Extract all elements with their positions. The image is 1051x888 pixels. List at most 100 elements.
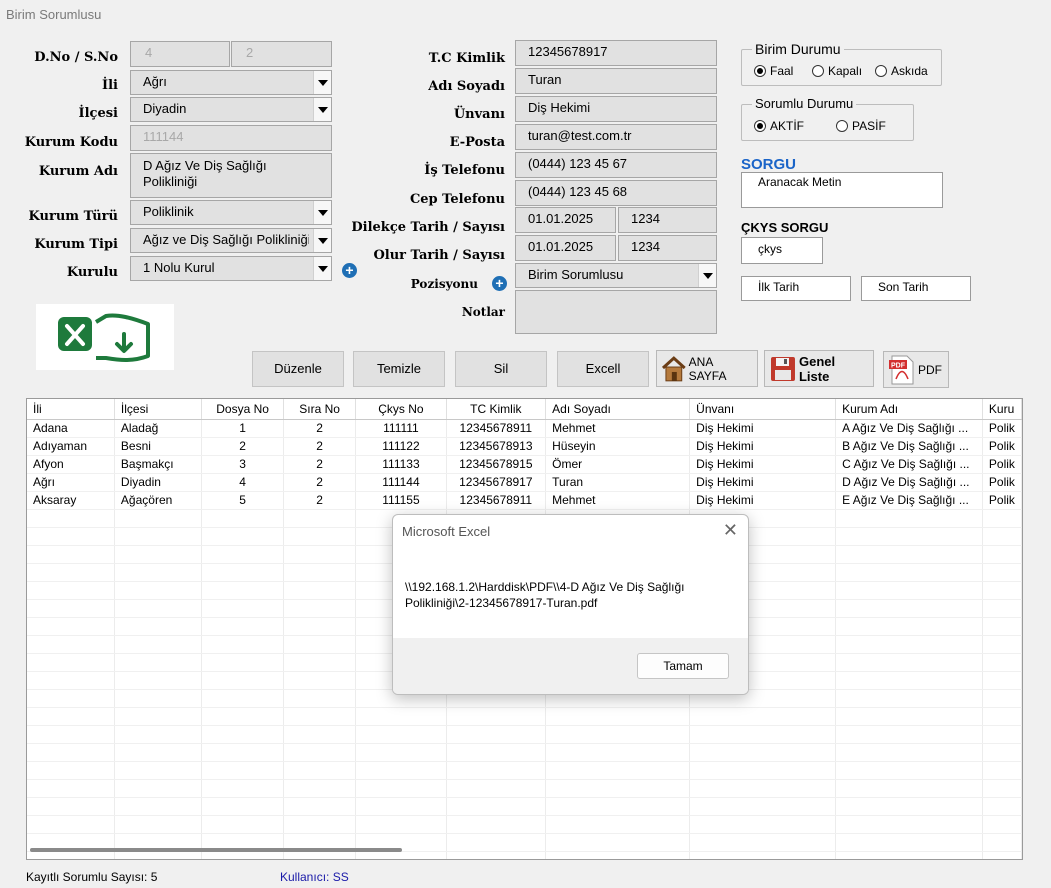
ana-sayfa-label: ANA SAYFA	[688, 354, 727, 383]
column-header-dosya-no[interactable]: Dosya No	[201, 399, 284, 420]
radio-pasif[interactable]: PASİF	[836, 119, 886, 133]
cell-unvani: Diş Hekimi	[689, 473, 837, 492]
table-row[interactable]: Ağrı Diyadin 4 2 111144 12345678917 Tura…	[27, 473, 1022, 492]
message-dialog: Microsoft Excel ✕ \\192.168.1.2\Harddisk…	[392, 514, 749, 695]
olur-sayi-field[interactable]: 1234	[618, 235, 717, 261]
unvani-field[interactable]: Diş Hekimi	[515, 96, 717, 122]
pozisyonu-combo[interactable]: Birim Sorumlusu	[515, 263, 717, 288]
cell-unvani: Diş Hekimi	[689, 491, 837, 510]
empty-row	[27, 707, 1022, 726]
olur-tarih-field[interactable]: 01.01.2025	[515, 235, 616, 261]
radio-aktif[interactable]: AKTİF	[754, 119, 804, 133]
add-kurul-icon[interactable]: +	[342, 263, 357, 278]
horizontal-scrollbar[interactable]	[30, 848, 402, 852]
cep-telefonu-field[interactable]: (0444) 123 45 68	[515, 180, 717, 206]
cell-ilcesi: Aladağ	[114, 419, 203, 438]
notlar-field[interactable]	[515, 290, 717, 334]
radio-unchecked-icon	[836, 120, 848, 132]
cell-dosya-no: 4	[201, 473, 284, 492]
column-header-tc-kimlik[interactable]: TC Kimlik	[446, 399, 547, 420]
cell-adi-soyadi: Mehmet	[545, 491, 691, 510]
olur-label: Olur Tarih / Sayısı	[373, 248, 505, 263]
ok-button[interactable]: Tamam	[637, 653, 729, 679]
table-row[interactable]: Adana Aladağ 1 2 111111 12345678911 Mehm…	[27, 419, 1022, 438]
dilekce-sayi-field[interactable]: 1234	[618, 207, 717, 233]
temizle-button[interactable]: Temizle	[353, 351, 445, 387]
cell-kurulu: Polik	[982, 437, 1022, 456]
dilekce-label: Dilekçe Tarih / Sayısı	[351, 220, 505, 235]
son-tarih-input[interactable]: Son Tarih	[861, 276, 971, 301]
radio-unchecked-icon	[875, 65, 887, 77]
cell-tc-kimlik: 12345678913	[446, 437, 547, 456]
empty-row	[27, 761, 1022, 780]
unvani-label: Ünvanı	[453, 107, 505, 122]
is-telefonu-field[interactable]: (0444) 123 45 67	[515, 152, 717, 178]
user-label: Kullanıcı: SS	[280, 870, 349, 884]
tc-field[interactable]: 12345678917	[515, 40, 717, 66]
record-count: Kayıtlı Sorumlu Sayısı: 5	[26, 870, 158, 884]
cell-sira-no: 2	[283, 455, 357, 474]
column-header-unvani[interactable]: Ünvanı	[689, 399, 837, 420]
excell-button[interactable]: Excell	[557, 351, 649, 387]
column-header-sira-no[interactable]: Sıra No	[283, 399, 357, 420]
column-header-ckys-no[interactable]: Çkys No	[355, 399, 447, 420]
radio-pasif-label: PASİF	[852, 119, 886, 133]
genel-liste-button[interactable]: Genel Liste	[764, 350, 874, 387]
column-header-kurulu[interactable]: Kuru	[982, 399, 1022, 420]
column-header-adi-soyadi[interactable]: Adı Soyadı	[545, 399, 691, 420]
column-header-kurum-adi[interactable]: Kurum Adı	[835, 399, 983, 420]
radio-kapali[interactable]: Kapalı	[812, 64, 862, 78]
ana-sayfa-button[interactable]: ANA SAYFA	[656, 350, 758, 387]
cell-ili: Ağrı	[27, 473, 115, 492]
radio-faal[interactable]: Faal	[754, 64, 793, 78]
cell-kurulu: Polik	[982, 473, 1022, 492]
table-row[interactable]: Adıyaman Besni 2 2 111122 12345678913 Hü…	[27, 437, 1022, 456]
cell-dosya-no: 5	[201, 491, 284, 510]
radio-askida[interactable]: Askıda	[875, 64, 928, 78]
eposta-label: E-Posta	[449, 135, 505, 150]
empty-row	[27, 851, 1022, 859]
pdf-button[interactable]: PDF PDF	[883, 351, 949, 388]
eposta-field[interactable]: turan@test.com.tr	[515, 124, 717, 150]
cell-ilcesi: Ağaçören	[114, 491, 203, 510]
cell-unvani: Diş Hekimi	[689, 419, 837, 438]
cell-unvani: Diş Hekimi	[689, 455, 837, 474]
adsoyad-field[interactable]: Turan	[515, 68, 717, 94]
birim-durumu-group: Birim Durumu Faal Kapalı Askıda	[741, 41, 942, 86]
floppy-disk-icon	[770, 356, 795, 381]
dilekce-tarih-field[interactable]: 01.01.2025	[515, 207, 616, 233]
sil-button[interactable]: Sil	[455, 351, 547, 387]
cell-tc-kimlik: 12345678915	[446, 455, 547, 474]
empty-row	[27, 815, 1022, 834]
tc-label: T.C Kimlik	[428, 51, 505, 66]
empty-row	[27, 743, 1022, 762]
adsoyad-label: Adı Soyadı	[428, 79, 505, 94]
cell-dosya-no: 2	[201, 437, 284, 456]
close-icon[interactable]: ✕	[723, 520, 738, 541]
pdf-label: PDF	[918, 362, 942, 377]
column-header-ilcesi[interactable]: İlçesi	[114, 399, 203, 420]
ilk-tarih-input[interactable]: İlk Tarih	[741, 276, 851, 301]
cell-ilcesi: Besni	[114, 437, 203, 456]
table-row[interactable]: Afyon Başmakçı 3 2 111133 12345678915 Öm…	[27, 455, 1022, 474]
add-pozisyon-icon[interactable]: +	[492, 276, 507, 291]
cell-sira-no: 2	[283, 437, 357, 456]
pdf-file-icon: PDF	[889, 355, 914, 384]
ckys-input[interactable]: çkys	[741, 237, 823, 264]
dialog-message: \\192.168.1.2\Harddisk\PDF\\4-D Ağız Ve …	[405, 580, 685, 610]
duzenle-button[interactable]: Düzenle	[252, 351, 344, 387]
cell-sira-no: 2	[283, 473, 357, 492]
cell-adi-soyadi: Ömer	[545, 455, 691, 474]
is-telefonu-label: İş Telefonu	[424, 163, 505, 178]
cell-kurum-adi: E Ağız Ve Diş Sağlığı ...	[835, 491, 983, 510]
cell-ckys-no: 111144	[355, 473, 447, 492]
cell-dosya-no: 1	[201, 419, 284, 438]
chevron-down-icon[interactable]	[698, 264, 716, 287]
cell-kurum-adi: B Ağız Ve Diş Sağlığı ...	[835, 437, 983, 456]
cell-sira-no: 2	[283, 491, 357, 510]
sorgu-input[interactable]: Aranacak Metin	[741, 172, 943, 208]
table-row[interactable]: Aksaray Ağaçören 5 2 111155 12345678911 …	[27, 491, 1022, 510]
cell-ckys-no: 111122	[355, 437, 447, 456]
column-header-ili[interactable]: İli	[27, 399, 115, 420]
cell-ilcesi: Diyadin	[114, 473, 203, 492]
